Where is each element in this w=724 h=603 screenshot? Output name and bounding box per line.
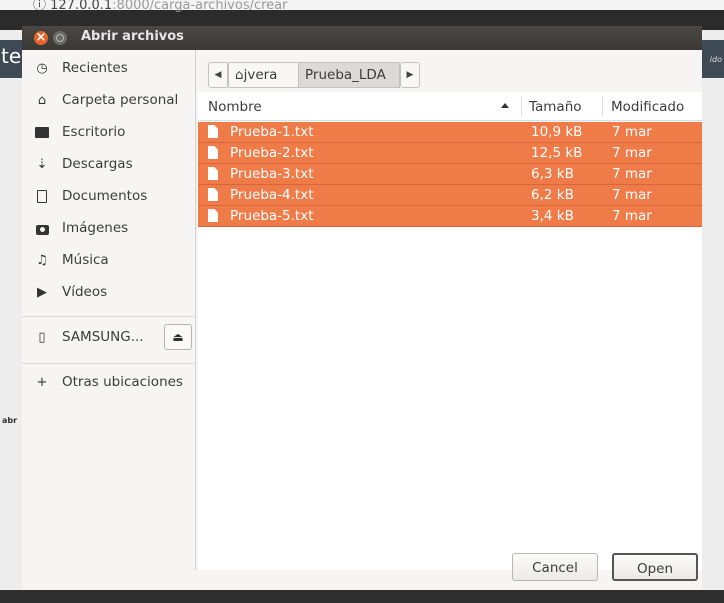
- browser-page-text-fragment: abr: [2, 416, 18, 425]
- sidebar-item-otras-ubicaciones[interactable]: + Otras ubicaciones: [22, 368, 195, 398]
- text-file-icon: [208, 167, 218, 180]
- file-chooser-dialog: Abrir archivos ◷ Recientes ⌂ Carpeta per…: [22, 26, 702, 590]
- file-list-header: Nombre Tamaño Modificado: [198, 92, 702, 121]
- sidebar-item-videos[interactable]: ▶ Vídeos: [22, 278, 195, 308]
- file-row[interactable]: Prueba-1.txt 10,9 kB 7 mar: [198, 122, 702, 143]
- camera-icon: [34, 221, 50, 237]
- file-row[interactable]: Prueba-4.txt 6,2 kB 7 mar: [198, 185, 702, 206]
- sidebar-item-musica[interactable]: ♫ Música: [22, 246, 195, 276]
- video-icon: ▶: [37, 285, 47, 300]
- close-window-icon[interactable]: [34, 29, 48, 46]
- text-file-icon: [208, 125, 218, 138]
- column-divider: [602, 96, 603, 116]
- sidebar-item-samsung[interactable]: ▯ SAMSUNG... ⏏: [22, 323, 195, 353]
- sidebar-item-imagenes[interactable]: Imágenes: [22, 214, 195, 244]
- file-modified: 7 mar: [612, 166, 652, 182]
- sidebar-item-label: Otras ubicaciones: [62, 374, 183, 390]
- browser-page-right-edge: [700, 30, 724, 590]
- browser-page-bottom: [0, 590, 724, 603]
- path-back-button[interactable]: ◀: [208, 62, 228, 88]
- document-icon: [34, 189, 50, 205]
- open-button[interactable]: Open: [612, 553, 698, 581]
- sidebar-item-label: Documentos: [62, 188, 148, 204]
- places-sidebar: ◷ Recientes ⌂ Carpeta personal Escritori…: [22, 50, 196, 570]
- sidebar-item-label: Imágenes: [62, 220, 129, 236]
- column-divider: [521, 96, 522, 116]
- file-modified: 7 mar: [612, 124, 652, 140]
- sidebar-separator: [22, 363, 195, 364]
- sidebar-item-recientes[interactable]: ◷ Recientes: [22, 54, 195, 84]
- browser-url[interactable]: ⓘ 127.0.0.1:8000/carga-archivos/crear: [33, 0, 288, 13]
- file-size: 3,4 kB: [531, 208, 574, 224]
- path-forward-button[interactable]: ▶: [400, 62, 420, 88]
- file-row[interactable]: Prueba-5.txt 3,4 kB 7 mar: [198, 206, 702, 227]
- dialog-title: Abrir archivos: [81, 29, 184, 44]
- browser-page-heading-fragment: te: [1, 44, 22, 68]
- file-size: 6,2 kB: [531, 187, 574, 203]
- sidebar-item-label: Descargas: [62, 156, 133, 172]
- column-header-name[interactable]: Nombre: [208, 99, 262, 115]
- file-modified: 7 mar: [612, 145, 652, 161]
- text-file-icon: [208, 146, 218, 159]
- file-size: 10,9 kB: [531, 124, 583, 140]
- sidebar-item-carpeta-personal[interactable]: ⌂ Carpeta personal: [22, 86, 195, 116]
- sidebar-item-label: Carpeta personal: [62, 92, 179, 108]
- file-size: 12,5 kB: [531, 145, 583, 161]
- sidebar-separator: [22, 316, 195, 317]
- sidebar-item-label: Recientes: [62, 60, 128, 76]
- file-name: Prueba-1.txt: [230, 124, 314, 140]
- cancel-button[interactable]: Cancel: [512, 553, 598, 581]
- clock-icon: ◷: [36, 61, 48, 76]
- music-icon: ♫: [36, 253, 48, 268]
- plus-icon: +: [36, 375, 48, 390]
- sidebar-item-descargas[interactable]: ⇣ Descargas: [22, 150, 195, 180]
- minimize-window-icon[interactable]: [53, 31, 67, 45]
- column-header-modified[interactable]: Modificado: [611, 99, 684, 115]
- usb-drive-icon: ▯: [38, 330, 46, 345]
- sort-ascending-icon: [501, 103, 509, 108]
- text-file-icon: [208, 188, 218, 201]
- browser-page-left-edge: [0, 30, 22, 590]
- file-name: Prueba-3.txt: [230, 166, 314, 182]
- eject-icon: ⏏: [172, 330, 184, 344]
- sidebar-item-documentos[interactable]: Documentos: [22, 182, 195, 212]
- dialog-footer: [22, 570, 702, 590]
- home-icon: ⌂: [37, 93, 47, 108]
- column-header-size[interactable]: Tamaño: [529, 99, 582, 115]
- desktop-folder-icon: [34, 125, 50, 141]
- file-row[interactable]: Prueba-2.txt 12,5 kB 7 mar: [198, 143, 702, 164]
- file-modified: 7 mar: [612, 187, 652, 203]
- file-name: Prueba-2.txt: [230, 145, 314, 161]
- sidebar-item-label: Música: [62, 252, 109, 268]
- browser-page-background: ⓘ 127.0.0.1:8000/carga-archivos/crear: [0, 0, 724, 13]
- file-list: Nombre Tamaño Modificado Prueba-1.txt 10…: [198, 92, 702, 570]
- sidebar-item-escritorio[interactable]: Escritorio: [22, 118, 195, 148]
- file-size: 6,3 kB: [531, 166, 574, 182]
- file-name: Prueba-4.txt: [230, 187, 314, 203]
- home-icon: ⌂: [235, 67, 244, 83]
- file-modified: 7 mar: [612, 208, 652, 224]
- download-icon: ⇣: [36, 157, 48, 172]
- file-row[interactable]: Prueba-3.txt 6,3 kB 7 mar: [198, 164, 702, 185]
- file-name: Prueba-5.txt: [230, 208, 314, 224]
- sidebar-item-label: SAMSUNG...: [62, 329, 144, 345]
- sidebar-item-label: Vídeos: [62, 284, 108, 300]
- path-segment-current[interactable]: Prueba_LDA: [298, 62, 400, 88]
- text-file-icon: [208, 209, 218, 222]
- path-segment-home[interactable]: ⌂jvera: [228, 62, 300, 88]
- eject-button[interactable]: ⏏: [164, 324, 192, 350]
- dialog-titlebar[interactable]: Abrir archivos: [22, 26, 702, 50]
- sidebar-item-label: Escritorio: [62, 124, 126, 140]
- browser-page-right-fragment: ido: [709, 55, 722, 64]
